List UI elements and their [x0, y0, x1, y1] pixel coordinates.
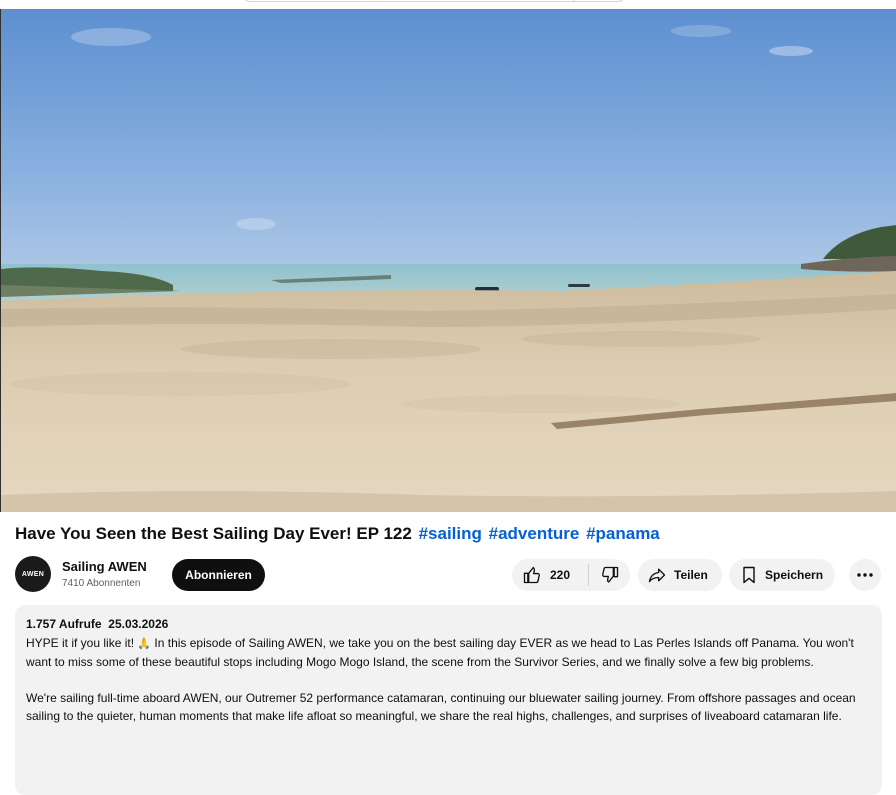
description-paragraph: HYPE it if you like it! 🙏 In this episod… — [26, 634, 871, 671]
description-meta: 1.757 Aufrufe 25.03.2026 — [26, 617, 871, 631]
video-player[interactable] — [0, 9, 896, 512]
view-count: 1.757 Aufrufe — [26, 617, 102, 631]
hashtag-link[interactable]: #sailing — [419, 524, 482, 543]
share-label: Teilen — [674, 568, 708, 582]
hashtag-link[interactable]: #adventure — [489, 524, 580, 543]
subscriber-count: 7410 Abonnenten — [62, 578, 141, 589]
more-actions-button[interactable] — [849, 559, 881, 591]
thumbs-down-icon — [601, 566, 618, 583]
channel-avatar[interactable]: AWEN — [15, 556, 51, 592]
like-count: 220 — [550, 568, 571, 582]
video-frame — [1, 9, 896, 512]
top-bar — [0, 0, 896, 9]
share-arrow-icon — [648, 568, 666, 583]
channel-avatar-text: AWEN — [21, 570, 45, 578]
share-button[interactable]: Teilen — [638, 559, 722, 591]
save-label: Speichern — [765, 568, 824, 582]
bookmark-icon — [743, 566, 755, 584]
more-horizontal-icon — [857, 573, 873, 577]
subscribe-button[interactable]: Abonnieren — [172, 559, 265, 591]
video-title: Have You Seen the Best Sailing Day Ever!… — [15, 524, 660, 544]
like-button[interactable]: 220 — [512, 559, 588, 591]
upload-date: 25.03.2026 — [108, 617, 169, 631]
dislike-button[interactable] — [589, 559, 630, 591]
channel-name[interactable]: Sailing AWEN — [62, 559, 147, 574]
description-paragraph: We're sailing full-time aboard AWEN, our… — [26, 691, 856, 723]
search-box[interactable] — [240, 0, 628, 2]
description-box[interactable]: 1.757 Aufrufe 25.03.2026 HYPE it if you … — [15, 605, 882, 795]
description-text: HYPE it if you like it! — [26, 636, 138, 650]
praying-hands-emoji: 🙏 — [137, 638, 152, 650]
description-text: In this episode of Sailing AWEN, we take… — [26, 636, 854, 669]
like-dislike-group: 220 — [512, 559, 630, 591]
hashtag-link[interactable]: #panama — [586, 524, 660, 543]
thumbs-up-icon — [523, 566, 540, 584]
video-title-text: Have You Seen the Best Sailing Day Ever!… — [15, 524, 412, 543]
save-button[interactable]: Speichern — [729, 559, 835, 591]
